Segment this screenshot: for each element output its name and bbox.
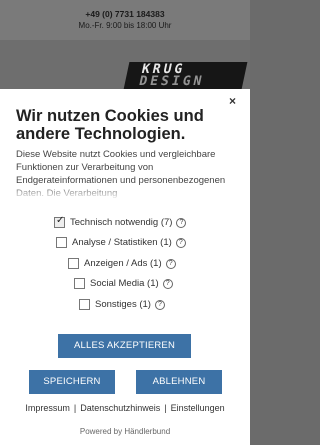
impressum-link[interactable]: Impressum [25, 403, 70, 413]
option-label: Technisch notwendig (7) [70, 217, 173, 228]
option-label: Sonstiges (1) [95, 299, 151, 310]
phone-number[interactable]: +49 (0) 7731 184383 [0, 0, 250, 19]
option-sonstiges[interactable]: Sonstiges (1) ? [79, 299, 165, 310]
option-anzeigen-ads[interactable]: Anzeigen / Ads (1) ? [68, 258, 176, 269]
dialog-title: Wir nutzen Cookies und andere Technologi… [16, 107, 204, 143]
checkbox-analyse-statistiken[interactable] [56, 237, 67, 248]
logo-subtext: DESIGN [137, 74, 206, 89]
accept-all-button[interactable]: ALLES AKZEPTIEREN [58, 334, 191, 358]
option-label: Social Media (1) [90, 278, 159, 289]
save-button[interactable]: SPEICHERN [29, 370, 115, 394]
checkbox-technisch-notwendig[interactable] [54, 215, 65, 228]
powered-by: Powered by Händlerbund [79, 427, 171, 436]
checkbox-sonstiges[interactable] [79, 299, 90, 310]
link-separator: | [73, 403, 77, 413]
datenschutz-link[interactable]: Datenschutzhinweis [80, 403, 160, 413]
help-icon[interactable]: ? [175, 237, 186, 248]
deny-button[interactable]: ABLEHNEN [136, 370, 222, 394]
checkbox-anzeigen-ads[interactable] [68, 258, 79, 269]
site-header: +49 (0) 7731 184383 Mo.-Fr. 9:00 bis 18:… [0, 0, 250, 40]
help-icon[interactable]: ? [162, 278, 173, 289]
link-separator: | [164, 403, 167, 413]
einstellungen-link[interactable]: Einstellungen [171, 403, 225, 413]
dialog-description: Diese Website nutzt Cookies und vergleic… [16, 148, 238, 200]
footer-links: Impressum | Datenschutzhinweis | Einstellung… [0, 403, 250, 413]
help-icon[interactable]: ? [154, 299, 165, 310]
help-icon[interactable]: ? [165, 258, 176, 269]
description-fade [16, 184, 238, 200]
cookie-consent-dialog: × Wir nutzen Cookies und andere Technolo… [0, 89, 250, 445]
opening-hours: Mo.-Fr. 9:00 bis 18:00 Uhr [78, 21, 172, 30]
close-icon[interactable]: × [229, 94, 236, 108]
option-label: Analyse / Statistiken (1) [72, 237, 172, 248]
option-social-media[interactable]: Social Media (1) ? [74, 278, 173, 289]
option-analyse-statistiken[interactable]: Analyse / Statistiken (1) ? [56, 237, 186, 248]
option-label: Anzeigen / Ads (1) [84, 258, 162, 269]
help-icon[interactable]: ? [176, 217, 187, 228]
option-technisch-notwendig[interactable]: Technisch notwendig (7) ? [54, 215, 187, 228]
checkbox-social-media[interactable] [74, 278, 85, 289]
